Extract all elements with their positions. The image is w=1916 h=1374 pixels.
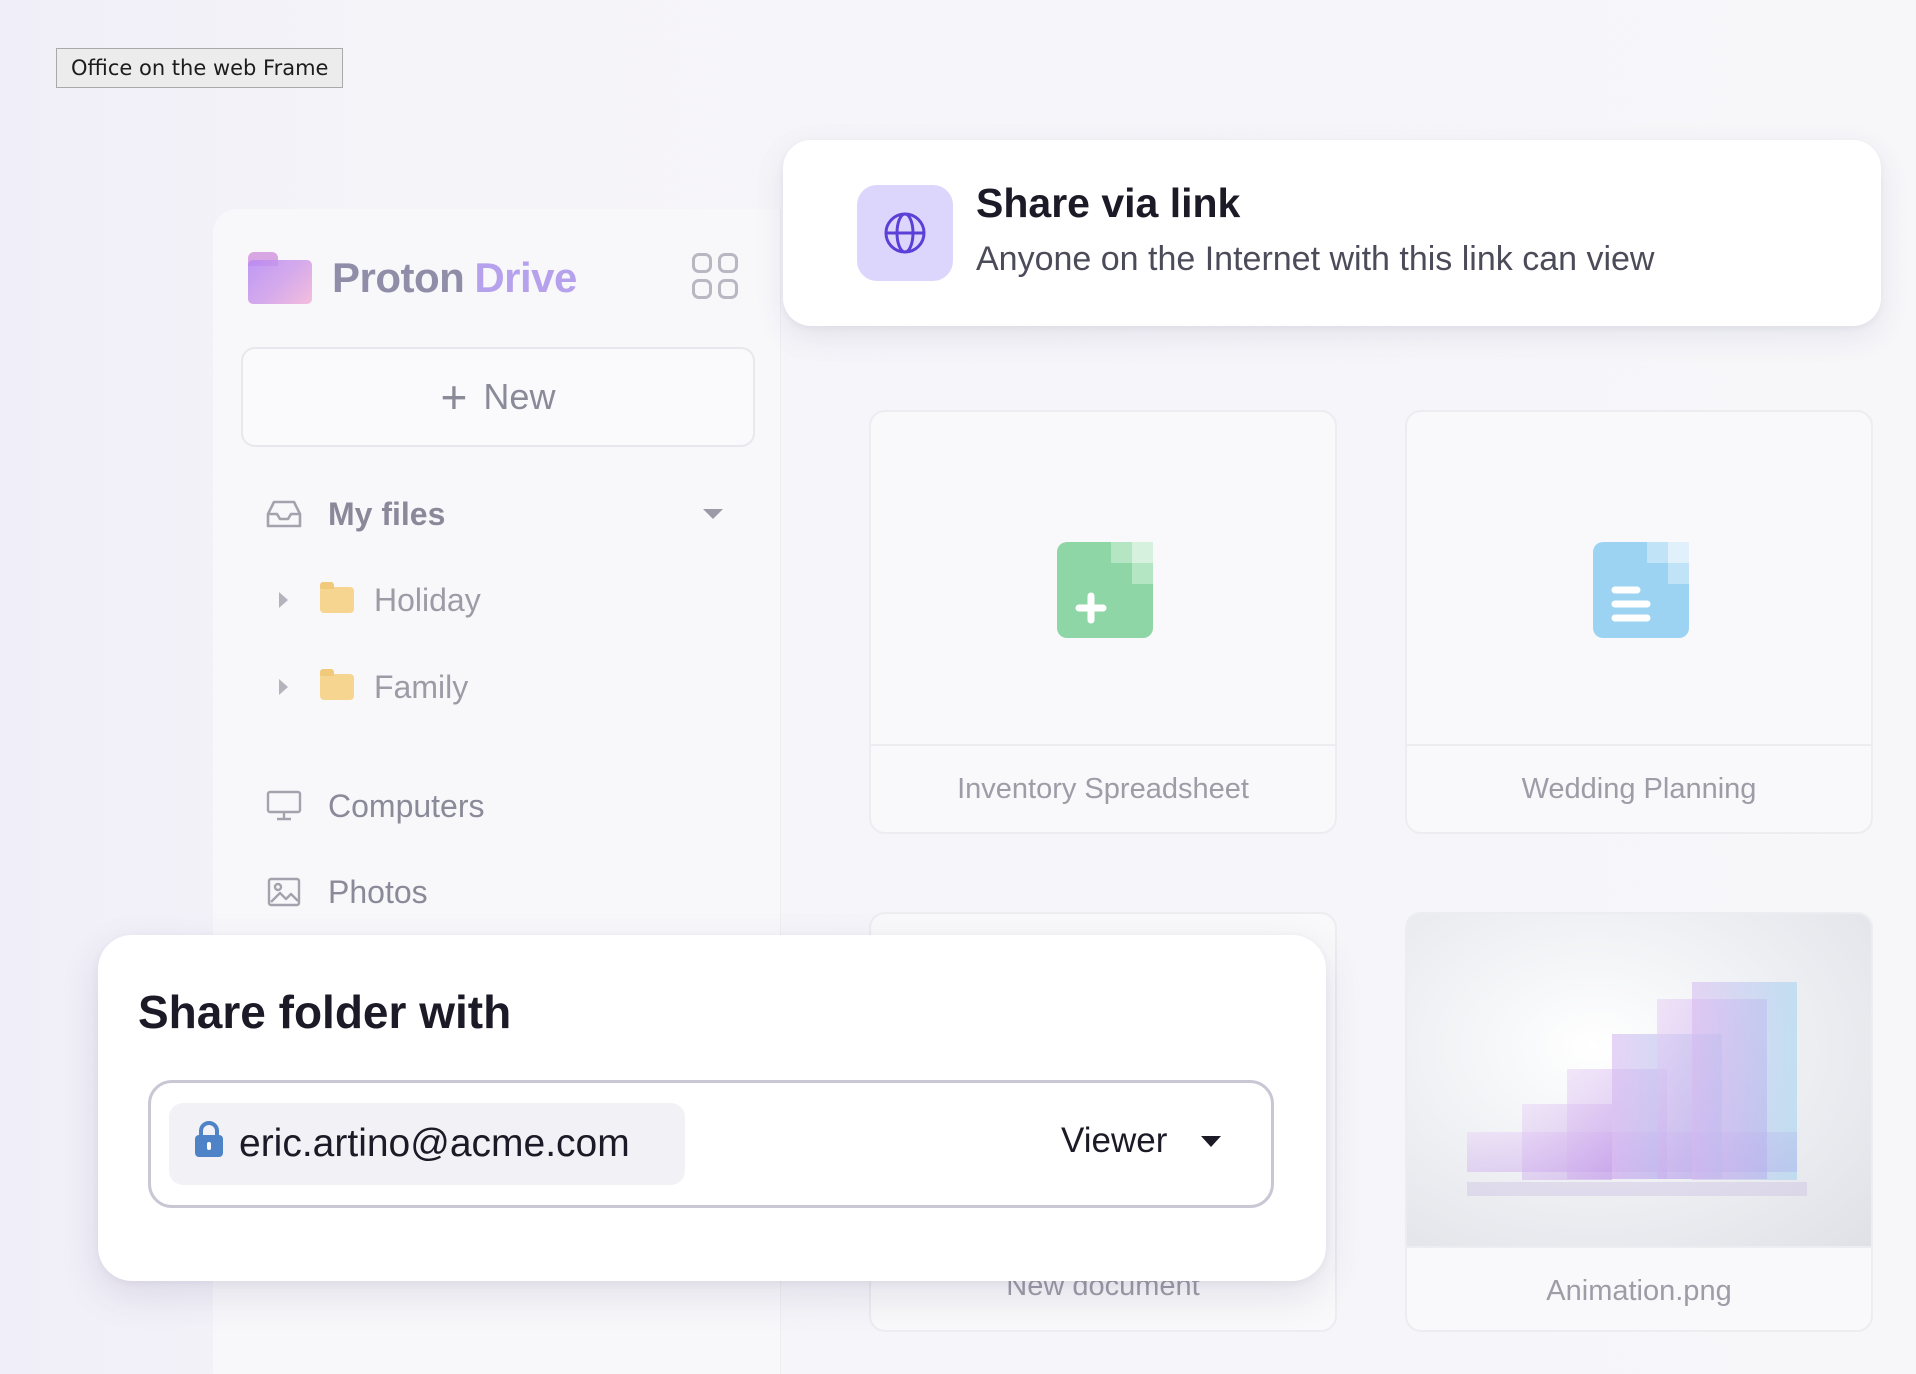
folder-item-family[interactable]: Family xyxy=(279,662,468,712)
brand[interactable]: Proton Drive xyxy=(248,249,577,307)
expand-arrow-icon[interactable] xyxy=(279,592,288,608)
recipient-email: eric.artino@acme.com xyxy=(239,1122,630,1165)
file-name: Animation.png xyxy=(1407,1246,1871,1330)
file-card-inventory-spreadsheet[interactable]: Inventory Spreadsheet xyxy=(869,410,1337,834)
document-icon xyxy=(1593,542,1689,638)
brand-name-drive: Drive xyxy=(474,254,577,301)
monitor-icon xyxy=(264,786,304,826)
file-card-wedding-planning[interactable]: Wedding Planning xyxy=(1405,410,1873,834)
share-via-link-card[interactable]: Share via link Anyone on the Internet wi… xyxy=(783,140,1881,326)
new-button[interactable]: + New xyxy=(241,347,755,447)
folder-icon xyxy=(320,669,354,700)
new-button-label: New xyxy=(483,376,556,417)
proton-drive-logo-icon xyxy=(248,252,312,304)
folder-icon xyxy=(320,582,354,613)
sidebar-item-label: My files xyxy=(328,495,446,532)
sidebar-item-my-files[interactable]: My files xyxy=(264,489,445,539)
share-via-link-title: Share via link xyxy=(976,180,1241,226)
globe-icon xyxy=(857,185,953,281)
expand-arrow-icon[interactable] xyxy=(279,679,288,695)
folder-item-holiday[interactable]: Holiday xyxy=(279,575,481,625)
sidebar-item-label: Computers xyxy=(328,787,485,824)
chevron-down-icon[interactable] xyxy=(703,509,723,519)
share-recipient-field[interactable]: eric.artino@acme.com Viewer xyxy=(148,1080,1274,1208)
share-folder-dialog: Share folder with eric.artino@acme.com V… xyxy=(98,935,1326,1281)
spreadsheet-icon xyxy=(1057,542,1153,638)
inbox-icon xyxy=(264,494,304,534)
chevron-down-icon xyxy=(1201,1135,1222,1147)
role-select-value: Viewer xyxy=(1061,1121,1168,1160)
sidebar-item-computers[interactable]: Computers xyxy=(264,781,485,831)
file-name: Inventory Spreadsheet xyxy=(871,744,1335,832)
image-preview xyxy=(1407,914,1871,1246)
folder-label: Family xyxy=(374,668,469,705)
frame-label: Office on the web Frame xyxy=(56,48,344,88)
share-via-link-subtitle: Anyone on the Internet with this link ca… xyxy=(976,240,1655,278)
file-preview xyxy=(1407,412,1871,744)
brand-name: Proton Drive xyxy=(332,254,577,302)
sidebar-item-label: Photos xyxy=(328,873,428,910)
folder-label: Holiday xyxy=(374,581,481,618)
file-preview xyxy=(871,412,1335,744)
sidebar-item-photos[interactable]: Photos xyxy=(264,867,428,917)
share-folder-title: Share folder with xyxy=(138,986,512,1038)
apps-grid-icon[interactable] xyxy=(692,253,738,299)
file-card-animation-png[interactable]: Animation.png xyxy=(1405,912,1873,1332)
plus-icon: + xyxy=(440,371,468,423)
file-name: Wedding Planning xyxy=(1407,744,1871,832)
lock-icon xyxy=(193,1120,225,1168)
recipient-chip[interactable]: eric.artino@acme.com xyxy=(169,1103,685,1185)
role-select[interactable]: Viewer xyxy=(1061,1121,1222,1161)
image-icon xyxy=(264,872,304,912)
brand-name-proton: Proton xyxy=(332,254,465,301)
